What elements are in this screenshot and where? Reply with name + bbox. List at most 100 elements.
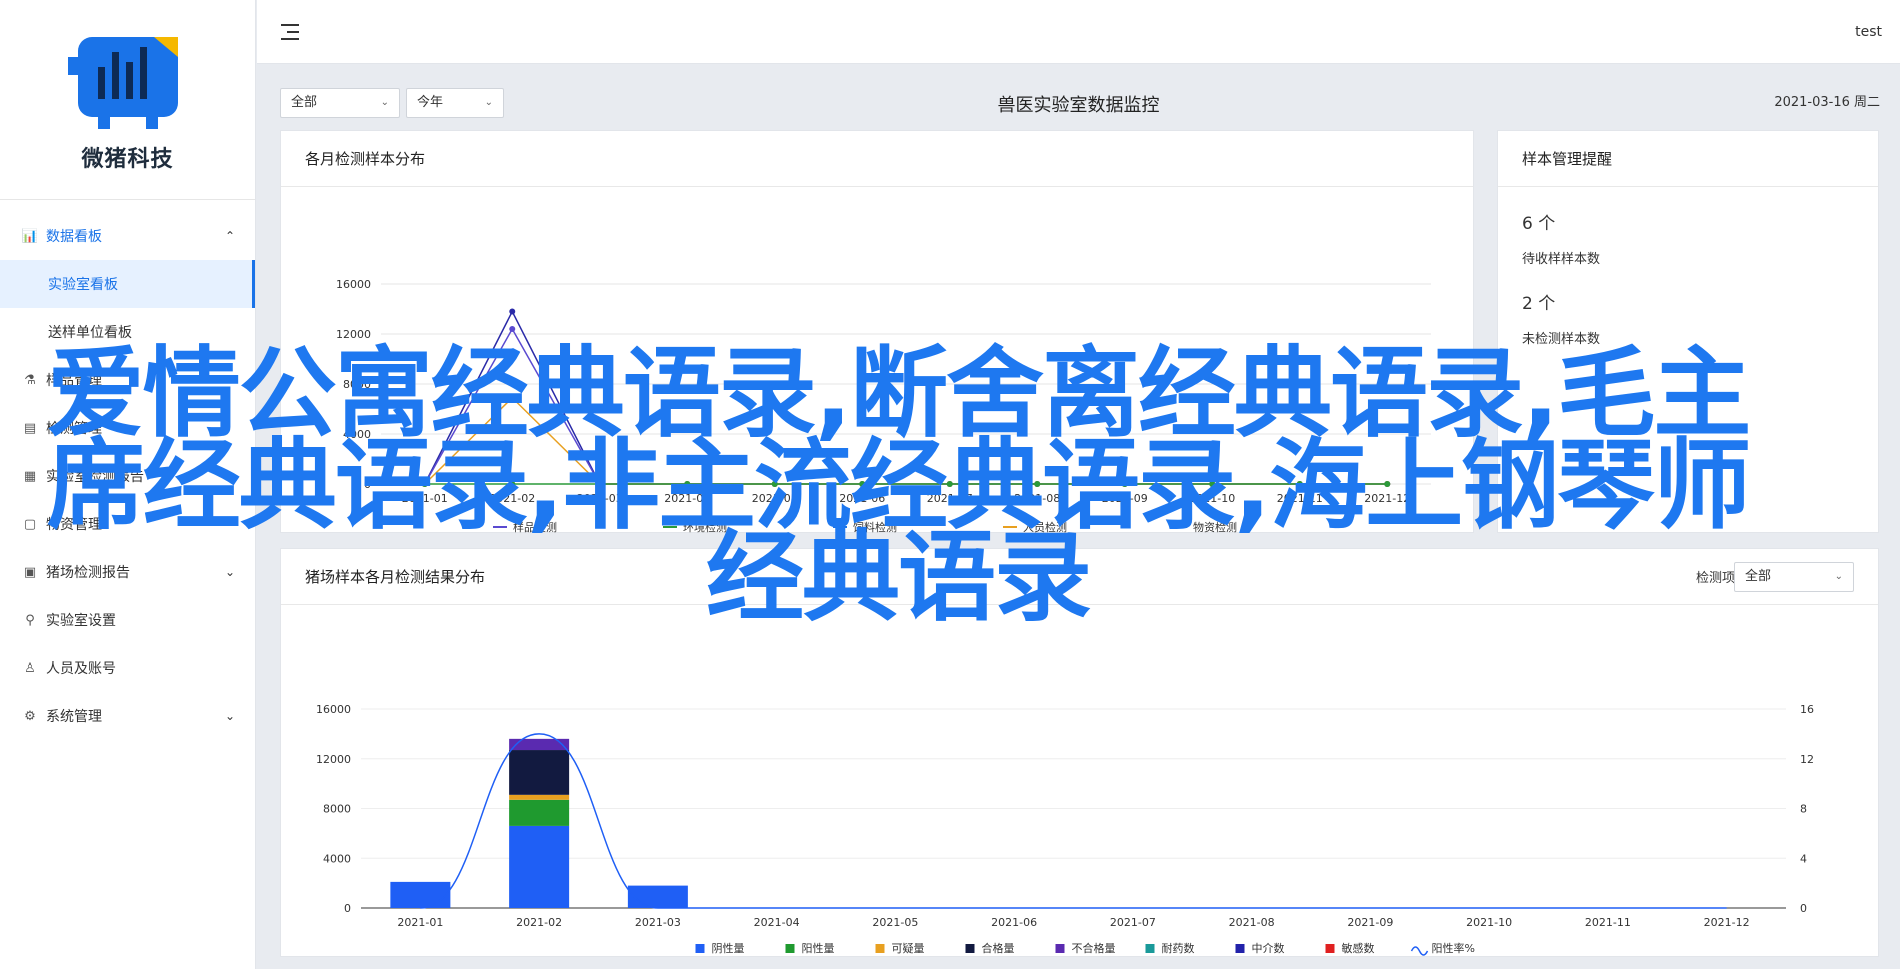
y-tick-label: 16000 bbox=[316, 703, 351, 716]
test-item-select[interactable]: 全部 ⌄ bbox=[1734, 562, 1854, 592]
x-tick-label: 2021-12 bbox=[1704, 916, 1750, 929]
y-tick-label: 8000 bbox=[343, 378, 371, 391]
bar-segment bbox=[390, 881, 451, 908]
data-point bbox=[1209, 481, 1216, 487]
y-tick-label: 4000 bbox=[343, 428, 371, 441]
legend-label: 阳性量 bbox=[802, 941, 835, 955]
farm-results-card: 猪场样本各月检测结果分布 检测项目 全部 ⌄ 0 4000 8000 12000 160… bbox=[280, 548, 1879, 957]
y2-tick-label: 12 bbox=[1800, 753, 1814, 766]
legend-swatch bbox=[875, 944, 885, 953]
chevron-down-icon: ⌄ bbox=[224, 709, 235, 723]
x-tick-label: 2021-03 bbox=[635, 916, 681, 929]
y2-tick-label: 0 bbox=[1800, 902, 1807, 915]
x-tick-label: 2021-07 bbox=[1110, 916, 1156, 929]
legend-swatch bbox=[1410, 946, 1429, 956]
sidebar-item-label: 样品管理 bbox=[46, 373, 102, 389]
x-tick-label: 2021-10 bbox=[1189, 492, 1235, 505]
legend-swatch bbox=[1325, 944, 1335, 953]
sidebar-item-label: 物资管理 bbox=[46, 517, 102, 533]
x-tick-label: 2021-06 bbox=[839, 492, 885, 505]
flask-icon: ⚗ bbox=[24, 372, 36, 388]
x-tick-label: 2021-07 bbox=[927, 492, 973, 505]
monthly-samples-chart: 0 4000 8000 12000 16000 2021-01 2021-02 2021-03… bbox=[336, 278, 1431, 534]
x-tick-label: 2021-11 bbox=[1277, 492, 1323, 505]
sidebar-item-label: 检测管理 bbox=[46, 421, 102, 437]
x-tick-label: 2021-02 bbox=[516, 916, 562, 929]
sidebar-item-samples[interactable]: ⚗ 样品管理 bbox=[0, 356, 255, 404]
data-point bbox=[1296, 481, 1303, 487]
untested-label: 未检测样本数 bbox=[1522, 332, 1601, 347]
sidebar-item-farm-reports[interactable]: ▣ 猪场检测报告 ⌄ bbox=[0, 548, 255, 596]
x-tick-label: 2021-04 bbox=[664, 492, 710, 505]
user-name[interactable]: test bbox=[1855, 24, 1882, 40]
person-icon: ♙ bbox=[24, 660, 36, 676]
positive-rate-line bbox=[420, 733, 1727, 909]
data-point bbox=[684, 481, 691, 487]
x-tick-label: 2021-08 bbox=[1014, 492, 1060, 505]
brand-name: 微猪科技 bbox=[81, 146, 174, 172]
page-title: 兽医实验室数据监控 bbox=[997, 95, 1160, 116]
legend-swatch bbox=[1235, 944, 1245, 953]
card-title: 猪场样本各月检测结果分布 bbox=[281, 549, 1878, 605]
farm-results-chart: 0 4000 8000 12000 16000 0 4 8 12 16 2021-01 2021-02… bbox=[316, 703, 1814, 956]
x-tick-label: 2021-04 bbox=[754, 916, 800, 929]
y-tick-label: 0 bbox=[344, 902, 351, 915]
pending-receive-count: 6 个 bbox=[1522, 214, 1556, 234]
sidebar-item-label: 实验室检测报告 bbox=[46, 469, 144, 485]
sidebar-item-supplies[interactable]: ▢ 物资管理 bbox=[0, 500, 255, 548]
sidebar-item-dashboard[interactable]: 📊 数据看板 ⌃ bbox=[0, 212, 255, 260]
sidebar-item-system[interactable]: ⚙ 系统管理 ⌄ bbox=[0, 692, 255, 740]
data-point bbox=[1121, 481, 1128, 487]
legend-swatch bbox=[965, 944, 975, 953]
sidebar-item-people[interactable]: ♙ 人员及账号 bbox=[0, 644, 255, 692]
x-tick-label: 2021-09 bbox=[1102, 492, 1148, 505]
sidebar-item-unit-dashboard[interactable]: 送样单位看板 bbox=[0, 308, 255, 356]
bar-segment bbox=[509, 738, 570, 751]
sidebar-item-lab-dashboard[interactable]: 实验室看板 bbox=[0, 260, 255, 308]
x-tick-label: 2021-12 bbox=[1364, 492, 1410, 505]
sidebar-item-lab-settings[interactable]: ⚲ 实验室设置 bbox=[0, 596, 255, 644]
y2-tick-label: 4 bbox=[1800, 852, 1807, 865]
data-point bbox=[509, 394, 516, 401]
legend-label: 人员检测 bbox=[1023, 520, 1067, 533]
legend-label: 可疑量 bbox=[892, 942, 925, 955]
x-tick-label: 2021-05 bbox=[752, 492, 798, 505]
legend-swatch bbox=[1145, 944, 1155, 953]
y2-tick-label: 16 bbox=[1800, 703, 1814, 716]
y2-tick-label: 8 bbox=[1800, 803, 1807, 816]
sample-reminder-card: 样本管理提醒 6 个 待收样样本数 2 个 未检测样本数 bbox=[1497, 130, 1879, 533]
x-tick-label: 2021-01 bbox=[402, 492, 448, 505]
card-title: 样本管理提醒 bbox=[1498, 131, 1878, 187]
bar-segment bbox=[509, 825, 570, 908]
sidebar-item-testing[interactable]: ▤ 检测管理 bbox=[0, 404, 255, 452]
sidebar-item-lab-reports[interactable]: ▦ 实验室检测报告 bbox=[0, 452, 255, 500]
x-tick-label: 2021-02 bbox=[489, 492, 535, 505]
sidebar-item-label: 猪场检测报告 bbox=[46, 565, 130, 581]
clipboard-icon: ▤ bbox=[23, 420, 37, 436]
x-tick-label: 2021-10 bbox=[1466, 916, 1512, 929]
bar-segment bbox=[627, 885, 688, 908]
sidebar-item-label: 系统管理 bbox=[46, 709, 102, 725]
chevron-down-icon: ⌄ bbox=[1834, 571, 1843, 582]
x-tick-label: 2021-08 bbox=[1229, 916, 1275, 929]
x-tick-label: 2021-06 bbox=[991, 916, 1037, 929]
x-tick-label: 2021-01 bbox=[397, 916, 443, 929]
x-tick-label: 2021-03 bbox=[577, 492, 623, 505]
legend-label: 阳性率% bbox=[1432, 941, 1475, 955]
sidebar-item-label: 人员及账号 bbox=[46, 661, 116, 677]
series-line bbox=[424, 309, 1388, 485]
legend-swatch bbox=[695, 944, 705, 953]
legend-label: 不合格量 bbox=[1072, 941, 1116, 955]
y-tick-label: 12000 bbox=[316, 753, 351, 766]
data-point bbox=[509, 481, 516, 487]
card-title: 各月检测样本分布 bbox=[281, 131, 1473, 187]
chevron-up-icon: ⌃ bbox=[224, 229, 235, 243]
sidebar: 微猪科技 📊 数据看板 ⌃ 实验室看板 送样单位看板 ⚗ 样品管理 ▤ 检测管理… bbox=[0, 0, 256, 969]
legend-label: 耐药数 bbox=[1162, 942, 1195, 955]
top-bar: test bbox=[257, 0, 1900, 64]
box-icon: ▢ bbox=[23, 516, 37, 532]
menu-toggle-icon[interactable] bbox=[281, 24, 299, 40]
legend-label: 中介数 bbox=[1252, 942, 1285, 955]
y-tick-label: 12000 bbox=[336, 328, 371, 341]
sidebar-item-label: 实验室设置 bbox=[46, 613, 116, 629]
